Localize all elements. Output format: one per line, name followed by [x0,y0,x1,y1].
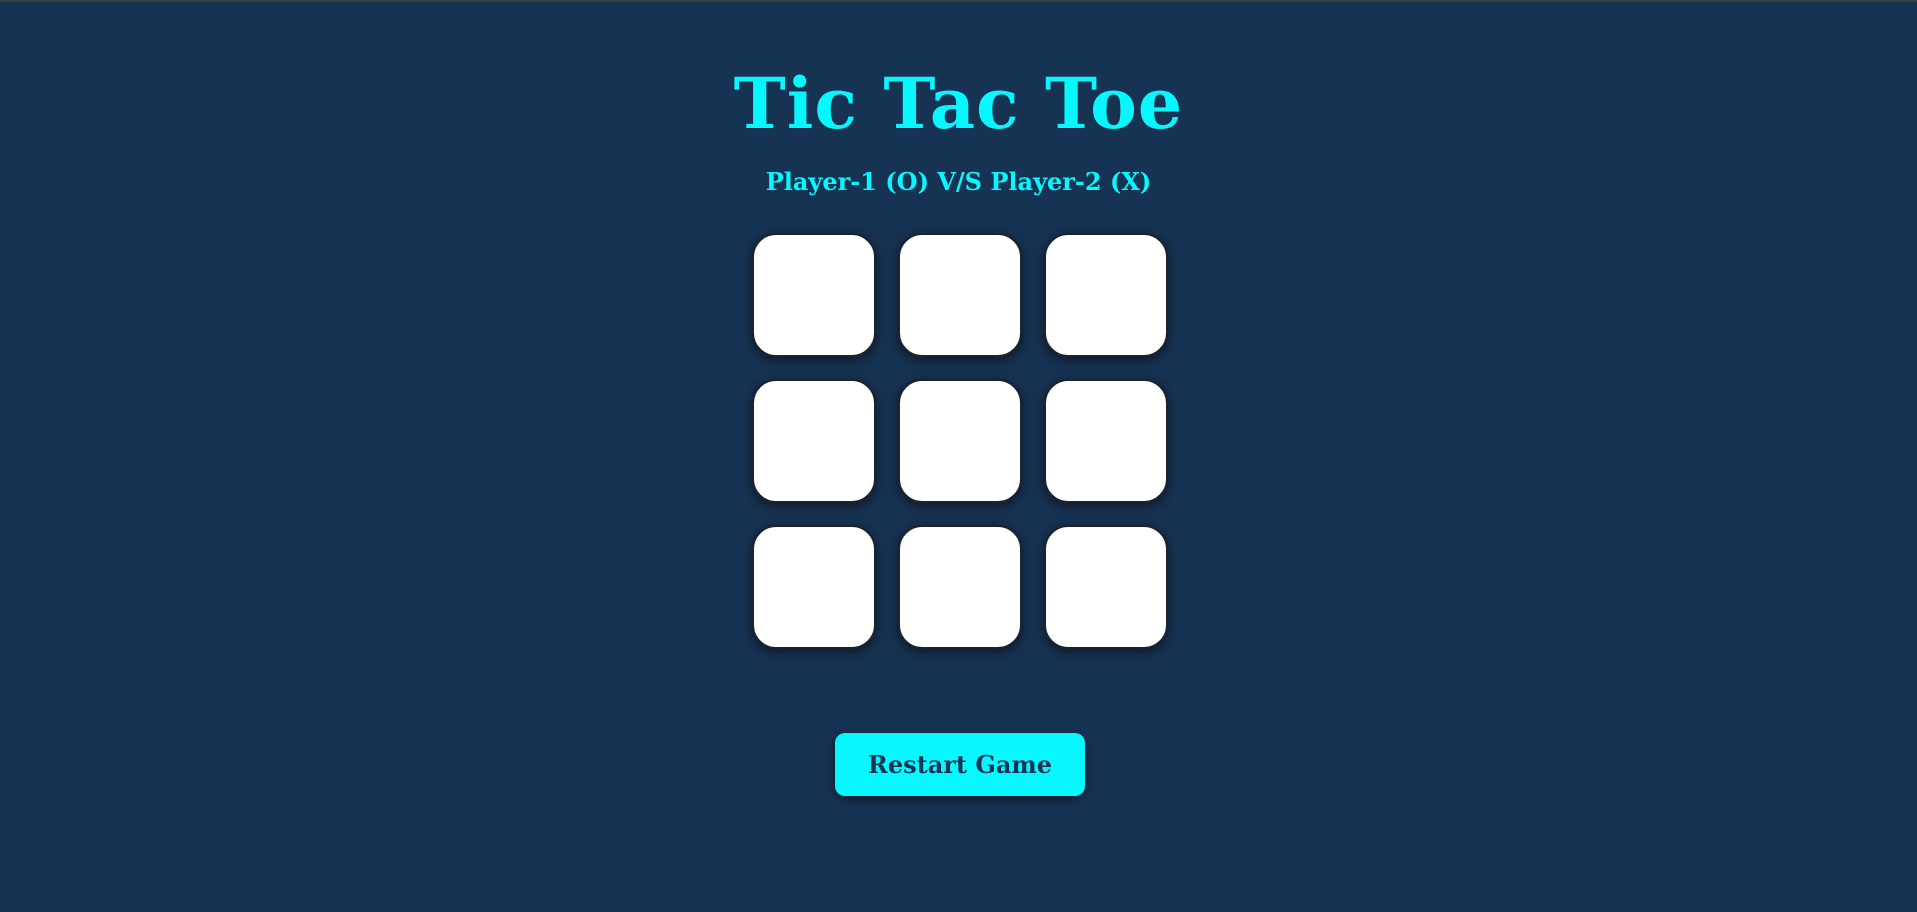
board-cell-3[interactable] [1044,233,1168,357]
board-cell-1[interactable] [752,233,876,357]
board-cell-4[interactable] [752,379,876,503]
board-cell-8[interactable] [898,525,1022,649]
players-label: Player-1 (O) V/S Player-2 (X) [765,167,1152,196]
game-title: Tic Tac Toe [733,62,1184,145]
restart-game-button[interactable]: Restart Game [835,733,1085,796]
game-board [752,233,1168,649]
board-cell-5[interactable] [898,379,1022,503]
game-page: Tic Tac Toe Player-1 (O) V/S Player-2 (X… [0,0,1917,912]
board-cell-7[interactable] [752,525,876,649]
board-cell-6[interactable] [1044,379,1168,503]
board-cell-9[interactable] [1044,525,1168,649]
board-cell-2[interactable] [898,233,1022,357]
